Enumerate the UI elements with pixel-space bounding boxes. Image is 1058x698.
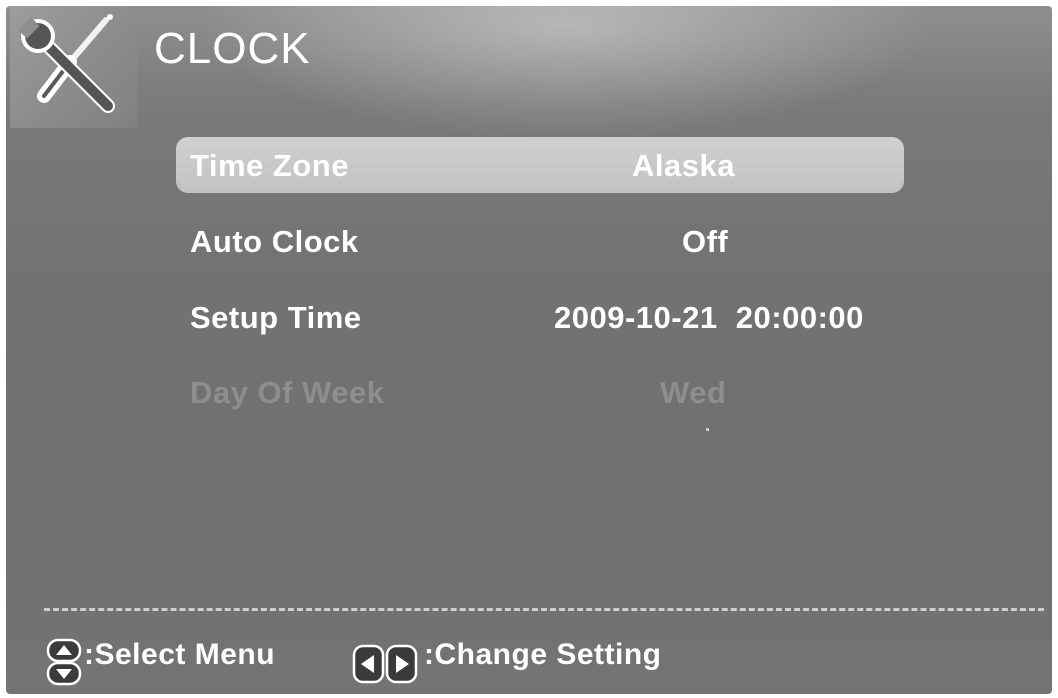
menu-item-value: 2009-10-21 20:00:00 xyxy=(554,300,864,335)
menu-item-day-of-week: Day Of Week Wed xyxy=(176,364,904,420)
change-setting-hint: :Change Setting xyxy=(424,638,662,671)
menu-item-time-zone[interactable]: Time Zone Alaska xyxy=(176,137,904,193)
menu-item-value: Wed xyxy=(660,375,727,410)
menu-item-label: Auto Clock xyxy=(190,224,359,259)
menu-item-setup-time[interactable]: Setup Time 2009-10-21 20:00:00 xyxy=(176,289,904,345)
menu-item-label: Day Of Week xyxy=(190,375,385,410)
up-down-arrows-icon xyxy=(46,638,82,686)
menu-item-auto-clock[interactable]: Auto Clock Off xyxy=(176,213,904,269)
page-title: CLOCK xyxy=(154,24,311,73)
menu-item-label: Setup Time xyxy=(190,300,362,335)
select-menu-hint: :Select Menu xyxy=(84,638,276,671)
left-right-arrows-icon xyxy=(352,644,418,684)
menu-item-label: Time Zone xyxy=(190,148,349,183)
osd-screen: CLOCK Time Zone Alaska Auto Clock Off Se… xyxy=(6,6,1052,694)
footer-divider xyxy=(44,608,1044,611)
decorative-dot xyxy=(706,428,709,431)
menu-item-value: Alaska xyxy=(632,148,735,183)
tools-icon-box xyxy=(10,6,138,128)
tools-icon xyxy=(18,14,115,113)
menu-item-value: Off xyxy=(682,224,729,259)
